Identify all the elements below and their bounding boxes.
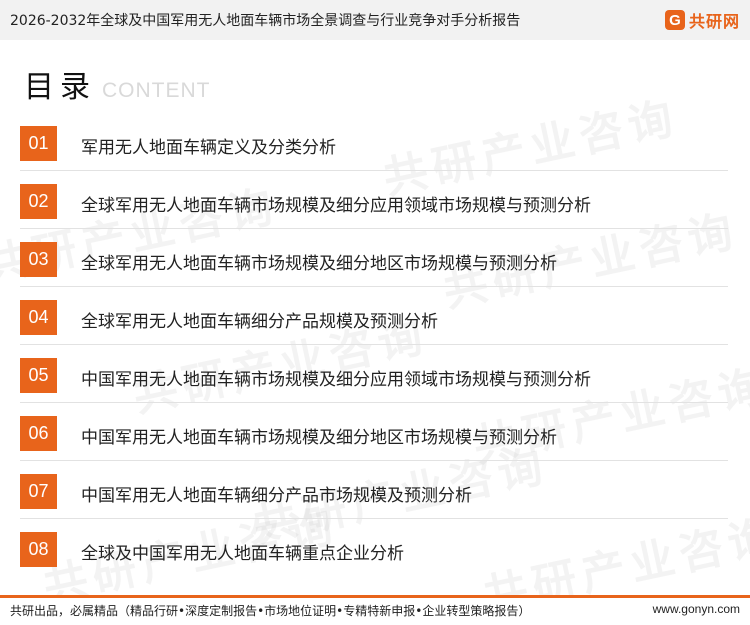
logo-text: 共研网 [688,12,740,31]
toc-item-label: 全球及中国军用无人地面车辆重点企业分析 [81,544,404,564]
brand-logo: G 共研网 [664,8,740,32]
toc-item-08[interactable]: 08 全球及中国军用无人地面车辆重点企业分析 [0,520,750,578]
toc-title: 目录 [24,70,96,105]
toc-number-badge: 07 [20,474,57,509]
logo-icon: G [664,10,685,30]
report-title: 2026-2032年全球及中国军用无人地面车辆市场全景调查与行业竞争对手分析报告 [10,13,521,29]
toc-number-badge: 04 [20,300,57,335]
toc-item-label: 全球军用无人地面车辆市场规模及细分应用领域市场规模与预测分析 [81,196,591,216]
toc-item-label: 中国军用无人地面车辆细分产品市场规模及预测分析 [81,486,472,506]
toc-item-01[interactable]: 01 军用无人地面车辆定义及分类分析 [0,114,750,172]
toc-item-06[interactable]: 06 中国军用无人地面车辆市场规模及细分地区市场规模与预测分析 [0,404,750,462]
toc-item-label: 全球军用无人地面车辆细分产品规模及预测分析 [81,312,438,332]
toc-item-label: 中国军用无人地面车辆市场规模及细分地区市场规模与预测分析 [81,428,557,448]
toc-item-04[interactable]: 04 全球军用无人地面车辆细分产品规模及预测分析 [0,288,750,346]
footer-website-link[interactable]: www.gonyn.com [653,602,740,616]
toc-number-badge: 05 [20,358,57,393]
toc-heading: 目录 CONTENT [24,62,211,105]
toc-list: 01 军用无人地面车辆定义及分类分析 02 全球军用无人地面车辆市场规模及细分应… [0,114,750,578]
toc-item-05[interactable]: 05 中国军用无人地面车辆市场规模及细分应用领域市场规模与预测分析 [0,346,750,404]
toc-item-label: 中国军用无人地面车辆市场规模及细分应用领域市场规模与预测分析 [81,370,591,390]
toc-subtitle: CONTENT [102,79,211,102]
footer-slogan: 共研出品，必属精品（精品行研•深度定制报告•市场地位证明•专精特新申报•企业转型… [10,604,531,618]
toc-number-badge: 02 [20,184,57,219]
page-footer: 共研出品，必属精品（精品行研•深度定制报告•市场地位证明•专精特新申报•企业转型… [0,598,750,622]
toc-number-badge: 08 [20,532,57,567]
toc-number-badge: 06 [20,416,57,451]
toc-item-label: 军用无人地面车辆定义及分类分析 [81,138,336,158]
toc-item-03[interactable]: 03 全球军用无人地面车辆市场规模及细分地区市场规模与预测分析 [0,230,750,288]
toc-item-label: 全球军用无人地面车辆市场规模及细分地区市场规模与预测分析 [81,254,557,274]
toc-number-badge: 01 [20,126,57,161]
toc-item-07[interactable]: 07 中国军用无人地面车辆细分产品市场规模及预测分析 [0,462,750,520]
toc-number-badge: 03 [20,242,57,277]
page-header: 2026-2032年全球及中国军用无人地面车辆市场全景调查与行业竞争对手分析报告… [0,0,750,40]
toc-item-02[interactable]: 02 全球军用无人地面车辆市场规模及细分应用领域市场规模与预测分析 [0,172,750,230]
